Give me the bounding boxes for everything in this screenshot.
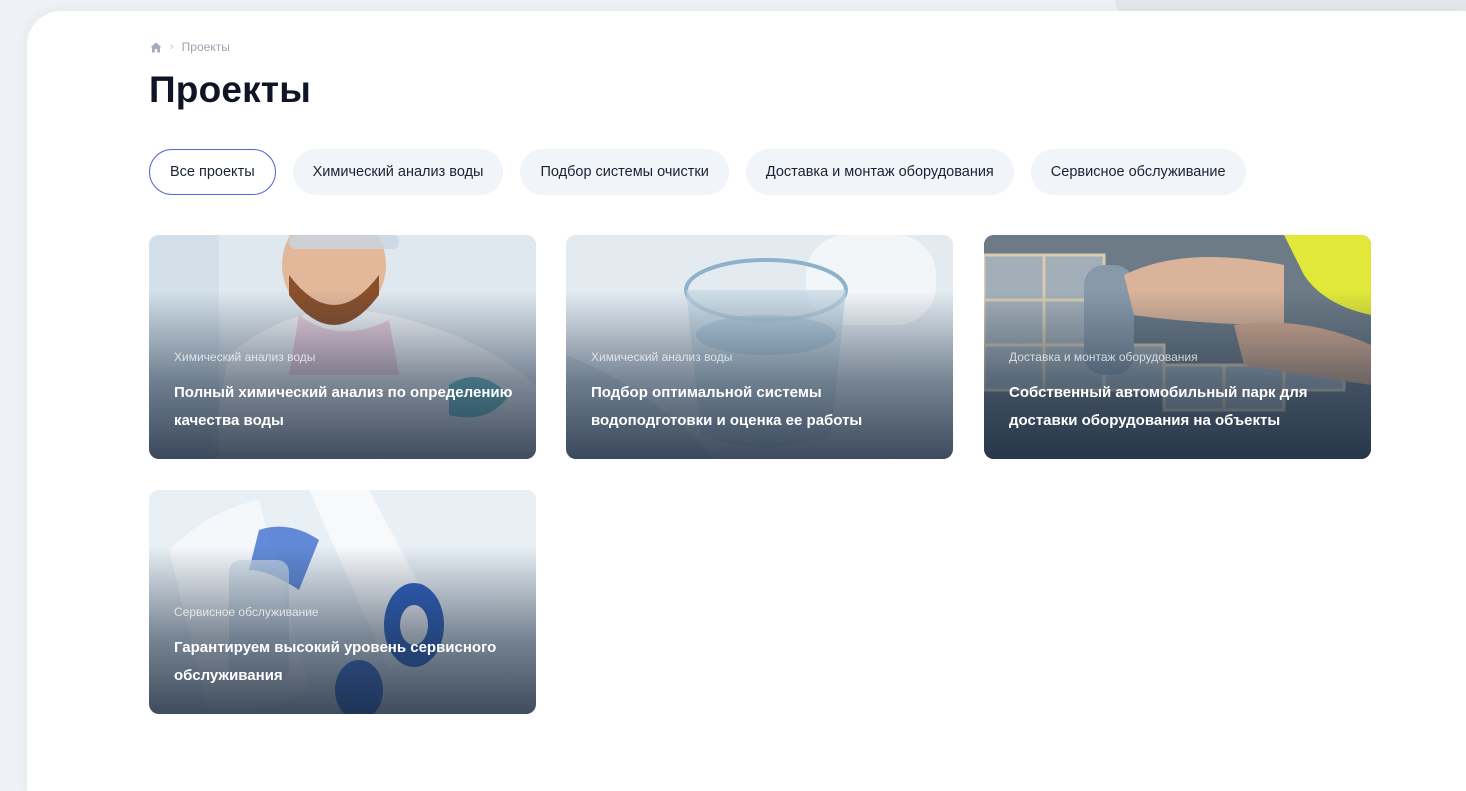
filter-all-projects[interactable]: Все проекты (149, 149, 276, 195)
filter-service[interactable]: Сервисное обслуживание (1030, 149, 1246, 195)
card-title: Гарантируем высокий уровень сервисного о… (174, 639, 497, 684)
filter-purification-selection[interactable]: Подбор системы очистки (520, 149, 729, 195)
card-category: Сервисное обслуживание (174, 605, 319, 619)
card-title: Подбор оптимальной системы водоподготовк… (591, 384, 863, 429)
filter-chemical-analysis[interactable]: Химический анализ воды (292, 149, 504, 195)
projects-page: › Проекты Проекты Все проекты Химический… (27, 11, 1466, 791)
filter-delivery-installation[interactable]: Доставка и монтаж оборудования (745, 149, 1014, 195)
breadcrumb: › Проекты (150, 40, 230, 54)
project-card[interactable]: Доставка и монтаж оборудования Собственн… (984, 235, 1371, 459)
page-title: Проекты (149, 69, 312, 110)
card-title: Полный химический анализ по определению … (174, 384, 513, 429)
project-card[interactable]: Сервисное обслуживание Гарантируем высок… (149, 490, 536, 714)
category-filters: Все проекты Химический анализ воды Подбо… (149, 149, 1246, 195)
breadcrumb-separator: › (170, 41, 174, 53)
card-category: Химический анализ воды (591, 350, 733, 364)
breadcrumb-current: Проекты (181, 40, 230, 54)
project-card[interactable]: Химический анализ воды Подбор оптимально… (566, 235, 953, 459)
card-title: Собственный автомобильный парк для доста… (1009, 384, 1308, 429)
home-icon[interactable] (150, 42, 162, 53)
project-card[interactable]: Химический анализ воды Полный химический… (149, 235, 536, 459)
card-category: Доставка и монтаж оборудования (1009, 350, 1198, 364)
card-category: Химический анализ воды (174, 350, 316, 364)
